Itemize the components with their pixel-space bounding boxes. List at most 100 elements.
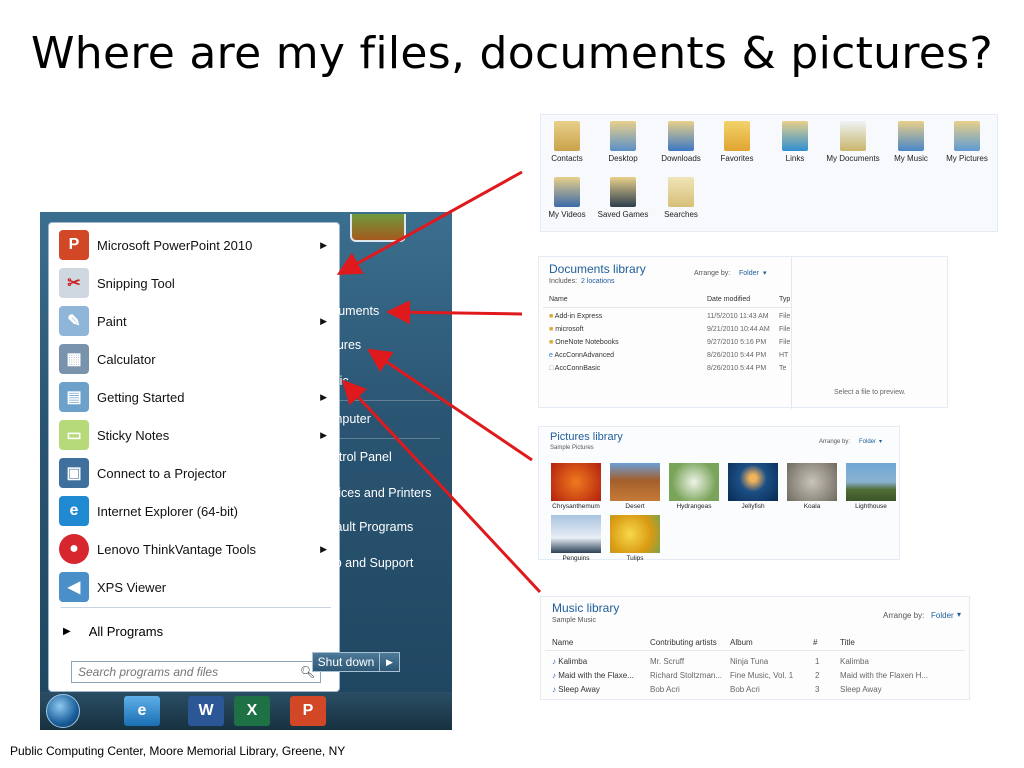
folder-my-music[interactable]: My Music (883, 121, 939, 163)
row-album: Ninja Tuna (730, 657, 769, 666)
start-link-control-panel[interactable]: Control Panel (316, 450, 446, 464)
table-row[interactable]: ♪ Sleep Away (552, 685, 600, 694)
excel-icon[interactable]: X (234, 696, 270, 726)
folder-contacts[interactable]: Contacts (539, 121, 595, 163)
picture-caption: Koala (803, 503, 821, 510)
column-header-title[interactable]: Title (840, 638, 855, 647)
picture-thumbnail-chrysanthemum[interactable] (551, 463, 601, 501)
arrange-dropdown[interactable]: Folder (859, 439, 876, 445)
folder-label: My Documents (826, 154, 880, 163)
program-item-sticky-notes[interactable]: ▭ Sticky Notes ▶ (53, 417, 335, 453)
folder-searches[interactable]: Searches (653, 177, 709, 219)
program-item-paint[interactable]: ✎ Paint ▶ (53, 303, 335, 339)
start-link-devices-printers[interactable]: Devices and Printers (316, 486, 446, 500)
folder-label: Links (785, 154, 805, 163)
row-title: Sleep Away (840, 685, 882, 694)
start-link-pictures[interactable]: Pictures (316, 338, 446, 352)
column-header-name[interactable]: Name (552, 638, 573, 647)
windows-start-icon[interactable] (46, 694, 80, 728)
folder-my-videos[interactable]: My Videos (539, 177, 595, 219)
picture-caption: Lighthouse (855, 503, 887, 510)
program-label: Microsoft PowerPoint 2010 (97, 237, 253, 253)
folder-my-documents[interactable]: My Documents (825, 121, 881, 163)
folder-icon: ■ (549, 313, 554, 320)
program-item-thinkvantage[interactable]: ● Lenovo ThinkVantage Tools ▶ (53, 531, 335, 567)
dropdown-arrow-icon[interactable]: ▾ (957, 610, 961, 619)
includes-link[interactable]: 2 locations (581, 278, 614, 285)
row-date: 9/27/2010 5:16 PM (707, 339, 767, 346)
table-row[interactable]: ■ OneNote Notebooks (549, 339, 619, 346)
picture-thumbnail-penguins[interactable] (551, 515, 601, 553)
start-link-computer[interactable]: Computer (316, 412, 446, 426)
start-menu: P Microsoft PowerPoint 2010 ▶ ✂ Snipping… (40, 212, 452, 730)
folder-label: Searches (664, 210, 698, 219)
row-type: File (779, 339, 791, 346)
picture-thumbnail-tulips[interactable] (610, 515, 660, 553)
program-item-calculator[interactable]: ▦ Calculator (53, 341, 335, 377)
row-name: microsoft (555, 326, 584, 333)
table-row[interactable]: ♪ Kalimba (552, 657, 587, 666)
row-type: Te (779, 365, 787, 372)
divider (61, 607, 331, 608)
table-row[interactable]: ■ microsoft (549, 326, 584, 333)
program-item-getting-started[interactable]: ▤ Getting Started ▶ (53, 379, 335, 415)
row-album: Fine Music, Vol. 1 (730, 671, 794, 680)
shutdown-button[interactable]: Shut down (312, 652, 380, 672)
column-header-type[interactable]: Typ (779, 296, 790, 303)
folder-downloads[interactable]: Downloads (653, 121, 709, 163)
column-header-artists[interactable]: Contributing artists (650, 638, 717, 647)
search-input[interactable] (71, 661, 297, 683)
start-link-help-support[interactable]: Help and Support (316, 556, 446, 570)
submenu-arrow-icon[interactable]: ▶ (320, 544, 327, 555)
column-header-album[interactable]: Album (730, 638, 753, 647)
includes-label: Includes: (549, 278, 578, 285)
user-picture[interactable] (350, 214, 406, 242)
program-item-xps-viewer[interactable]: ◀ XPS Viewer (53, 569, 335, 605)
folder-desktop[interactable]: Desktop (595, 121, 651, 163)
documents-library-panel: Documents library Includes: 2 locations … (538, 256, 948, 409)
picture-caption: Penguins (562, 555, 590, 562)
column-header-number[interactable]: # (813, 638, 817, 647)
folder-saved-games[interactable]: Saved Games (595, 177, 651, 219)
folder-favorites[interactable]: Favorites (709, 121, 765, 163)
pictures-library-panel: Pictures library Sample Pictures Arrange… (538, 426, 900, 562)
arrange-dropdown[interactable]: Folder (739, 270, 759, 277)
word-icon[interactable]: W (188, 696, 224, 726)
all-programs-button[interactable]: ▶ All Programs (53, 611, 335, 651)
folder-links[interactable]: Links (767, 121, 823, 163)
submenu-arrow-icon[interactable]: ▶ (320, 240, 327, 251)
table-row[interactable]: ■ Add-in Express (549, 313, 602, 320)
start-link-music[interactable]: Music (316, 374, 446, 388)
start-link-all[interactable]: all (316, 270, 446, 284)
picture-thumbnail-hydrangeas[interactable] (669, 463, 719, 501)
program-item-powerpoint[interactable]: P Microsoft PowerPoint 2010 ▶ (53, 227, 335, 263)
expand-arrow-icon: ▶ (63, 625, 71, 637)
picture-thumbnail-koala[interactable] (787, 463, 837, 501)
table-row[interactable]: ♪ Maid with the Flaxe... (552, 671, 634, 680)
getting-started-icon: ▤ (59, 382, 89, 412)
arrange-dropdown[interactable]: Folder (931, 611, 954, 620)
table-row[interactable]: □ AccConnBasic (549, 365, 600, 372)
picture-thumbnail-desert[interactable] (610, 463, 660, 501)
column-header-name[interactable]: Name (549, 296, 568, 303)
program-label: Sticky Notes (97, 427, 170, 443)
folder-my-pictures[interactable]: My Pictures (939, 121, 995, 163)
dropdown-arrow-icon[interactable]: ▾ (763, 269, 767, 277)
start-link-documents[interactable]: Documents (316, 304, 446, 318)
dropdown-arrow-icon[interactable]: ▾ (879, 438, 882, 445)
picture-thumbnail-jellyfish[interactable] (728, 463, 778, 501)
powerpoint-icon[interactable]: P (290, 696, 326, 726)
program-item-connect-projector[interactable]: ▣ Connect to a Projector (53, 455, 335, 491)
program-item-internet-explorer[interactable]: e Internet Explorer (64-bit) (53, 493, 335, 529)
desktop-folder-icon (610, 121, 636, 151)
row-title: Kalimba (840, 657, 869, 666)
shutdown-options-arrow-icon[interactable]: ▶ (380, 652, 400, 672)
picture-thumbnail-lighthouse[interactable] (846, 463, 896, 501)
program-item-snipping-tool[interactable]: ✂ Snipping Tool (53, 265, 335, 301)
folder-icon: ■ (549, 326, 554, 333)
internet-explorer-icon[interactable]: e (124, 696, 160, 726)
start-link-default-programs[interactable]: Default Programs (316, 520, 446, 534)
arrange-label: Arrange by: (694, 270, 731, 277)
table-row[interactable]: e AccConnAdvanced (549, 352, 614, 359)
column-header-date[interactable]: Date modified (707, 296, 750, 303)
